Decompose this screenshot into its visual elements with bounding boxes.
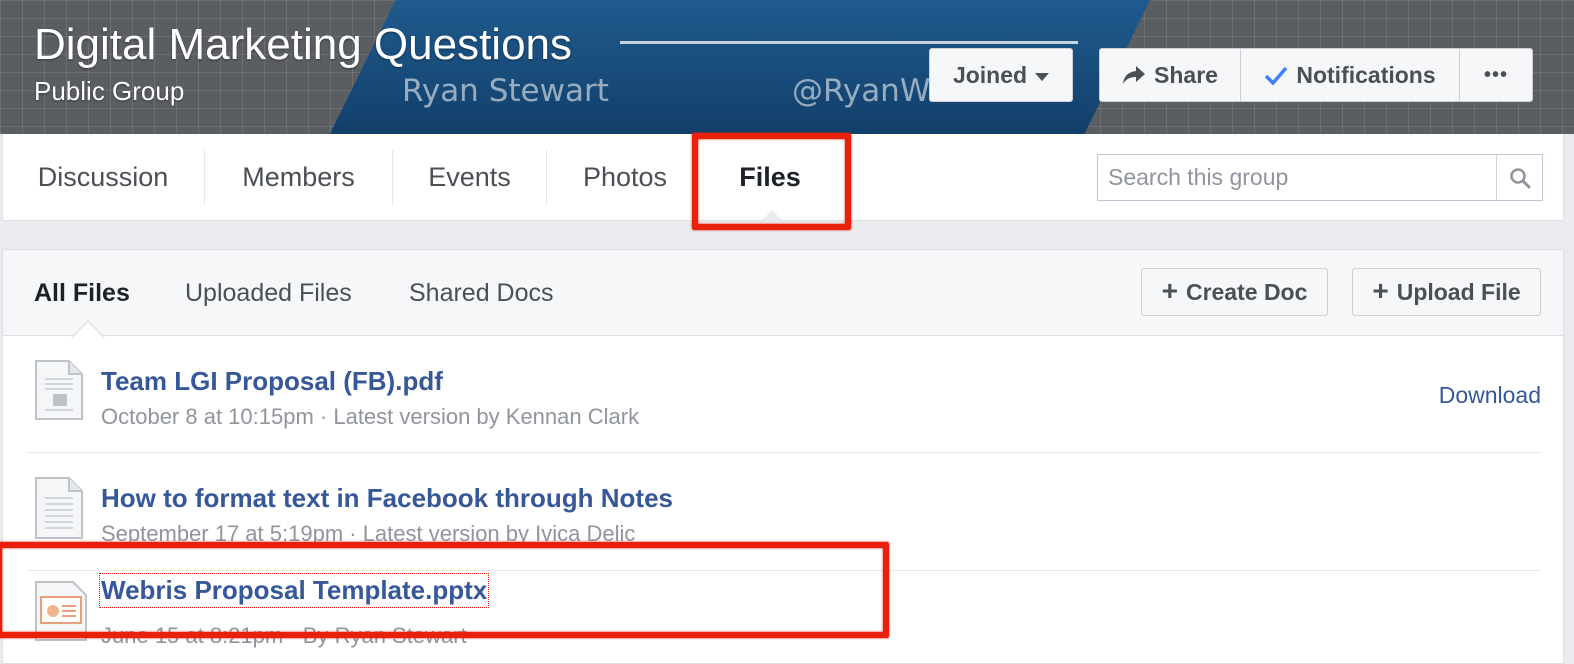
search-icon	[1509, 167, 1530, 188]
search-input[interactable]	[1098, 155, 1496, 200]
joined-label: Joined	[952, 61, 1028, 88]
group-nav: Discussion Members Events Photos Files	[2, 134, 1564, 221]
file-item: How to format text in Facebook through N…	[27, 453, 1541, 571]
share-button[interactable]: Share	[1100, 49, 1241, 101]
presentation-document-icon	[35, 581, 87, 641]
chevron-down-icon	[1035, 72, 1050, 81]
download-link[interactable]: Download	[1439, 382, 1541, 409]
text-document-icon	[35, 477, 83, 539]
subtab-uploaded-files[interactable]: Uploaded Files	[185, 250, 352, 336]
checkmark-icon	[1265, 66, 1288, 85]
file-name-link[interactable]: Team LGI Proposal (FB).pdf	[101, 366, 443, 397]
search-button[interactable]	[1496, 155, 1542, 200]
upload-file-button[interactable]: + Upload File	[1352, 268, 1541, 316]
active-subtab-pointer-fill	[73, 322, 103, 337]
tab-discussion[interactable]: Discussion	[3, 134, 203, 220]
file-name-link[interactable]: Webris Proposal Template.pptx	[98, 573, 490, 608]
notifications-button[interactable]: Notifications	[1241, 49, 1460, 101]
tab-events[interactable]: Events	[393, 134, 546, 220]
plus-icon: +	[1161, 275, 1178, 306]
file-name-link[interactable]: How to format text in Facebook through N…	[101, 483, 673, 514]
create-doc-button[interactable]: + Create Doc	[1141, 268, 1328, 316]
create-doc-label: Create Doc	[1185, 278, 1308, 305]
share-label: Share	[1154, 61, 1218, 88]
group-action-buttons: Share Notifications •••	[1099, 48, 1533, 102]
plus-icon: +	[1372, 275, 1389, 306]
group-search	[1097, 154, 1543, 201]
joined-button[interactable]: Joined	[929, 48, 1073, 102]
files-subnav: All Files Uploaded Files Shared Docs + C…	[3, 250, 1563, 336]
notifications-label: Notifications	[1296, 61, 1436, 88]
files-panel: All Files Uploaded Files Shared Docs + C…	[2, 249, 1564, 664]
upload-file-label: Upload File	[1396, 278, 1521, 305]
tab-photos[interactable]: Photos	[547, 134, 703, 220]
active-tab-pointer	[761, 210, 783, 221]
tab-members[interactable]: Members	[205, 134, 392, 220]
file-meta: September 17 at 5:19pm · Latest version …	[101, 521, 636, 546]
file-item: Team LGI Proposal (FB).pdf October 8 at …	[27, 336, 1541, 453]
cover-watermark-name: Ryan Stewart	[402, 73, 609, 109]
subtab-shared-docs[interactable]: Shared Docs	[409, 250, 554, 336]
pdf-document-icon	[35, 360, 83, 420]
more-icon: •••	[1483, 63, 1508, 86]
tab-files[interactable]: Files	[703, 134, 837, 220]
more-options-button[interactable]: •••	[1460, 49, 1532, 101]
file-meta: October 8 at 10:15pm · Latest version by…	[101, 404, 640, 429]
file-item: Webris Proposal Template.pptx June 15 at…	[27, 571, 1541, 663]
group-title[interactable]: Digital Marketing Questions	[34, 20, 572, 70]
file-meta: June 15 at 8:21pm · By Ryan Stewart	[101, 623, 467, 648]
group-cover: Ryan Stewart @RyanW... Digital Marketing…	[0, 0, 1574, 134]
cover-rule	[620, 41, 1078, 44]
group-privacy: Public Group	[34, 76, 185, 106]
share-arrow-icon	[1123, 66, 1146, 84]
